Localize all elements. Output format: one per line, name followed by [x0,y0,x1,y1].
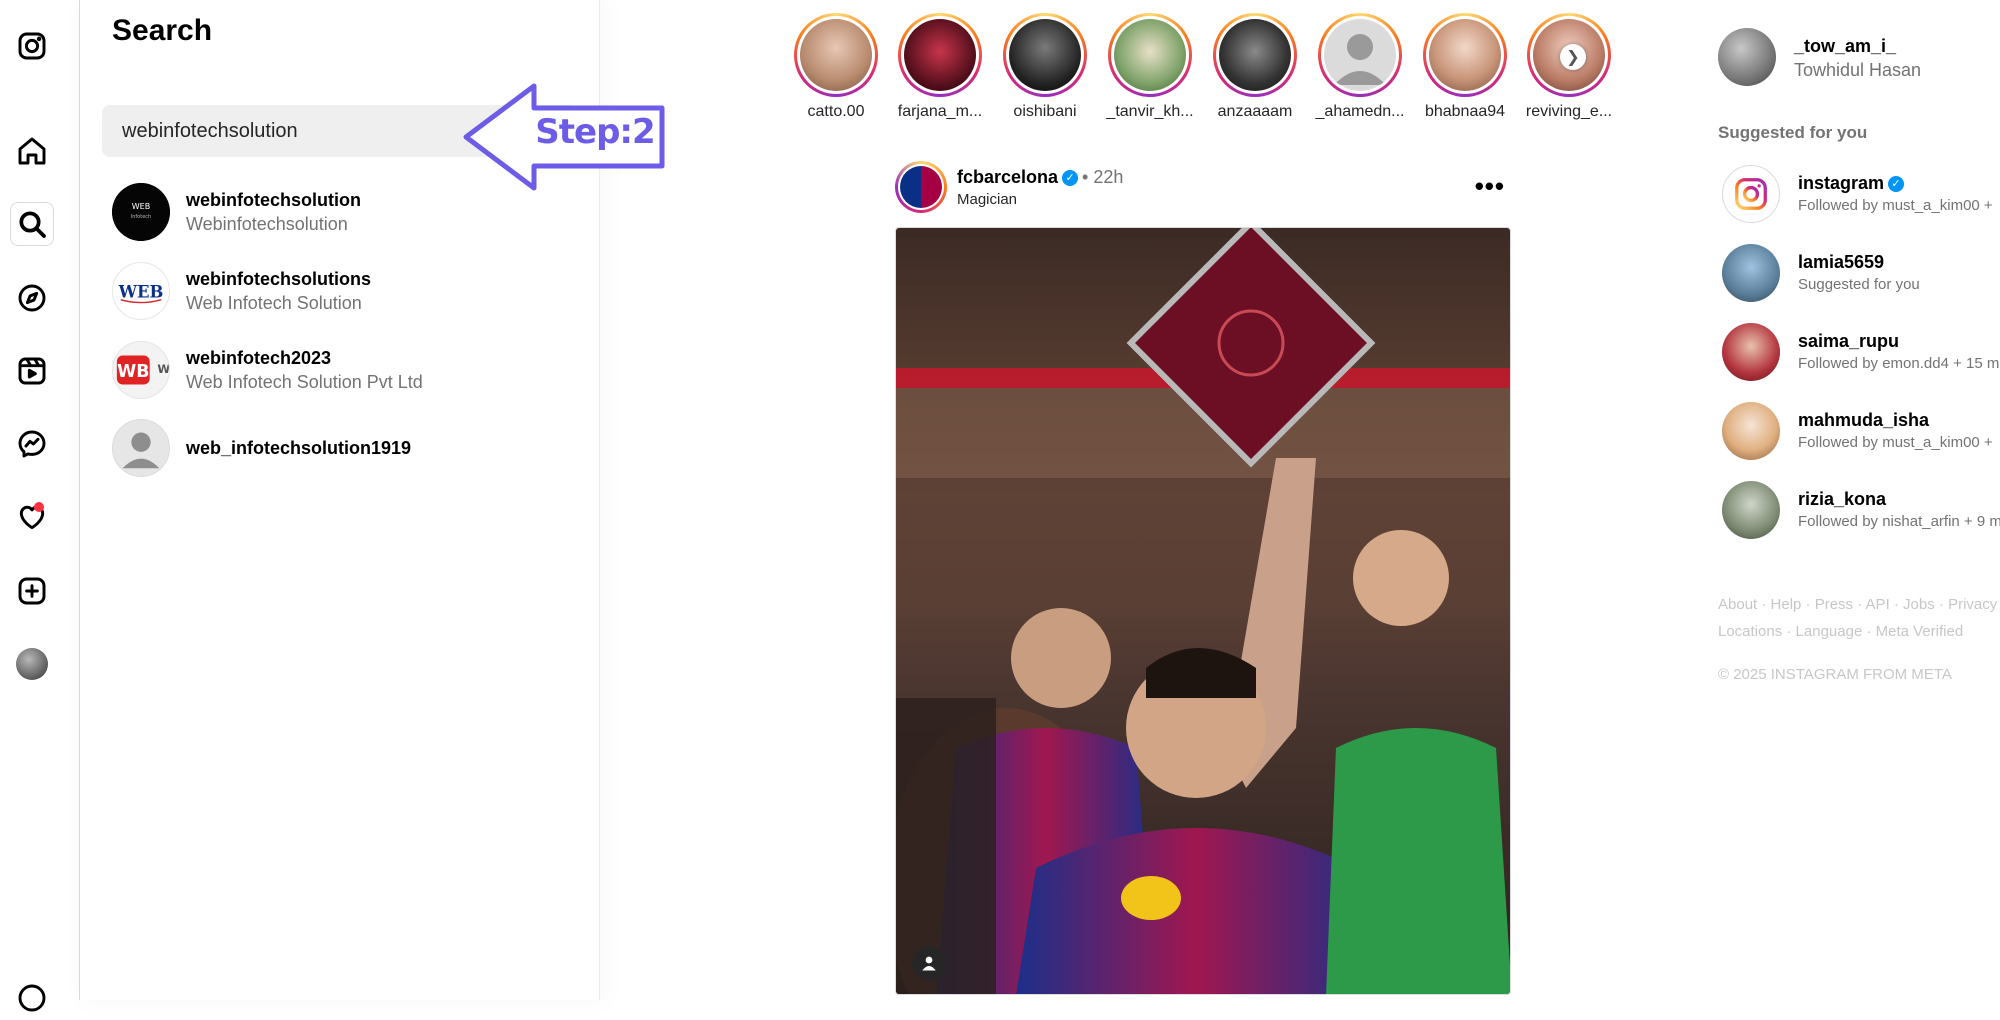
verified-badge-icon: ✓ [1888,176,1905,193]
result-username: webinfotechsolutions [186,268,372,289]
instagram-logo-icon [1722,165,1780,223]
default-avatar-icon [1324,19,1396,91]
story-item[interactable]: catto.00 [783,13,889,121]
svg-text:WEB: WEB [132,202,150,211]
left-nav-rail [0,0,80,1012]
search-result-item[interactable]: web_infotechsolution1919 [112,418,572,478]
post-header: fcbarcelona ✓ • 22h Magician ••• [895,161,1511,217]
copyright: © 2025 INSTAGRAM FROM META [1718,666,1952,683]
default-avatar-icon [112,419,170,477]
footer-links: About · Help · Press · API · Jobs · Priv… [1718,591,2000,645]
result-avatar: WEB [112,262,170,320]
story-label: _ahamedn... [1315,103,1405,120]
post-image[interactable] [895,227,1511,995]
story-label: _tanvir_kh... [1106,103,1194,120]
tagged-user-icon[interactable] [912,946,946,980]
suggested-username[interactable]: rizia_kona [1798,489,1886,510]
svg-text:Infotech: Infotech [131,214,151,220]
story-item[interactable]: bhabnaa94 [1412,13,1518,121]
step-label: Step:2 [535,112,655,152]
suggested-username[interactable]: instagram [1798,173,1884,193]
story-label: anzaaaam [1217,103,1293,120]
search-result-item[interactable]: WB W webinfotech2023 Web Infotech Solutio… [112,340,572,400]
story-item[interactable]: anzaaaam [1202,13,1308,121]
story-label: oishibani [1013,103,1077,120]
result-avatar: WB W [112,341,170,399]
svg-text:W: W [157,362,169,376]
suggested-item[interactable]: lamia5659 Suggested for you [1722,244,2000,304]
story-item[interactable]: farjana_m... [887,13,993,121]
story-avatar [800,19,872,91]
suggested-subtext: Suggested for you [1798,276,1920,293]
current-username[interactable]: _tow_am_i_ [1794,36,1896,57]
current-user-avatar[interactable] [1718,28,1776,86]
story-item[interactable]: oishibani [992,13,1098,121]
step-annotation: Step:2 [462,82,670,192]
search-icon[interactable] [10,202,54,246]
story-avatar [1114,19,1186,91]
story-label: farjana_m... [897,103,983,120]
story-label: bhabnaa94 [1424,103,1506,120]
footer-links-line2[interactable]: Locations · Language · Meta Verified [1718,618,2000,645]
current-fullname: Towhidul Hasan [1794,60,1922,80]
profile-avatar [16,648,48,680]
story-label: reviving_e... [1525,103,1613,120]
suggested-avatar [1722,481,1780,539]
post-username[interactable]: fcbarcelona [957,167,1058,187]
notification-dot [34,502,44,512]
story-avatar [1219,19,1291,91]
story-item[interactable]: _tanvir_kh... [1097,13,1203,121]
suggested-item[interactable]: mahmuda_isha Followed by must_a_kim00 + [1722,402,2000,462]
stories-next-chevron-icon[interactable]: ❯ [1560,44,1586,70]
story-avatar [904,19,976,91]
svg-text:WEB: WEB [118,283,164,302]
profile-nav-item[interactable] [10,642,54,686]
result-fullname: Web Infotech Solution [186,292,362,313]
svg-text:WB: WB [117,362,149,382]
post-location[interactable]: Magician [957,191,1017,208]
suggested-item[interactable]: saima_rupu Followed by emon.dd4 + 15 m [1722,323,2000,383]
suggested-subtext: Followed by must_a_kim00 + [1798,434,1993,451]
explore-compass-icon[interactable] [10,276,54,320]
suggested-subtext: Followed by must_a_kim00 + [1798,197,1993,214]
footer-links-line1[interactable]: About · Help · Press · API · Jobs · Priv… [1718,591,2000,618]
search-query-text: webinfotechsolution [122,119,298,142]
story-item[interactable]: _ahamedn... [1307,13,1413,121]
more-options-icon[interactable]: ••• [1475,173,1505,199]
post-time: 22h [1093,167,1124,187]
suggested-subtext: Followed by nishat_arfin + 9 m [1798,513,2000,530]
suggested-item[interactable]: rizia_kona Followed by nishat_arfin + 9 … [1722,481,2000,541]
result-username: webinfotechsolution [186,189,361,210]
story-avatar [1009,19,1081,91]
current-user-card[interactable]: _tow_am_i_ Towhidul Hasan [1718,28,2000,92]
search-title: Search [112,14,213,47]
suggested-username[interactable]: lamia5659 [1798,252,1884,273]
story-avatar [1429,19,1501,91]
heart-notifications-icon[interactable] [10,495,54,539]
verified-badge-icon: ✓ [1062,170,1079,187]
suggested-avatar [1722,402,1780,460]
suggested-username[interactable]: saima_rupu [1798,331,1899,352]
post-author-avatar[interactable] [895,161,947,213]
story-label: catto.00 [807,103,865,120]
suggested-item[interactable]: instagram ✓ Followed by must_a_kim00 + [1722,165,2000,225]
suggested-subtext: Followed by emon.dd4 + 15 m [1798,355,2000,372]
suggested-username[interactable]: mahmuda_isha [1798,410,1929,431]
suggested-avatar [1722,323,1780,381]
create-plus-icon[interactable] [10,569,54,613]
messenger-icon[interactable] [10,422,54,466]
search-result-item[interactable]: WEB webinfotechsolutions Web Infotech So… [112,261,572,321]
result-username: web_infotechsolution1919 [186,437,412,458]
result-avatar: WEB Infotech [112,183,170,241]
instagram-logo-icon[interactable] [10,24,54,68]
result-username: webinfotech2023 [186,347,332,368]
result-fullname: Web Infotech Solution Pvt Ltd [186,371,423,392]
threads-icon[interactable] [10,976,54,1020]
suggested-title: Suggested for you [1718,123,1868,142]
result-fullname: Webinfotechsolution [186,213,348,234]
suggested-avatar [1722,244,1780,302]
home-icon[interactable] [10,129,54,173]
reels-icon[interactable] [10,349,54,393]
